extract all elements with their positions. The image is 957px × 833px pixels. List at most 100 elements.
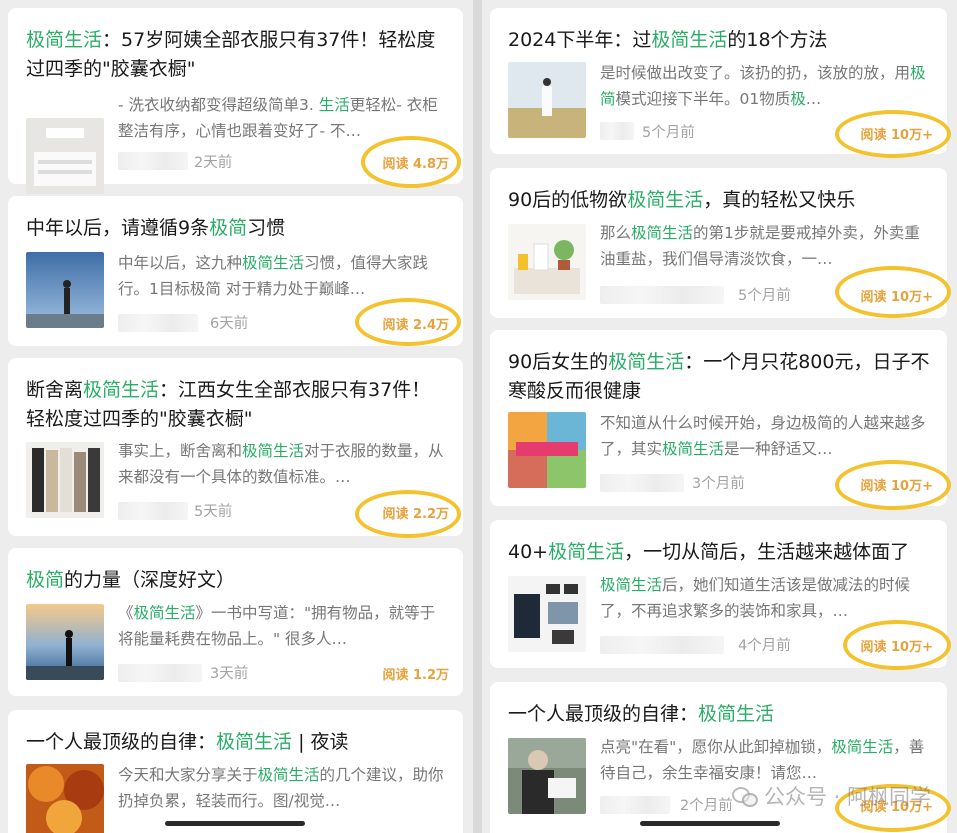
publish-time: 6天前 bbox=[210, 316, 249, 332]
text-segment: 40+ bbox=[508, 541, 549, 563]
author-blurred bbox=[600, 796, 670, 814]
article-summary: 中年以后，这九种极简生活习惯，值得大家践行。1目标极简 对于精力处于巅峰… bbox=[118, 250, 449, 302]
highlight-keyword: 极简生活 bbox=[627, 189, 704, 211]
highlight-keyword: 极简 bbox=[209, 217, 248, 239]
article-summary: 《极简生活》一书中写道："拥有物品，就等于将能量耗费在物品上。" 很多人… bbox=[118, 600, 449, 652]
read-count: 阅读 4.8万 bbox=[382, 157, 449, 172]
article-thumbnail[interactable] bbox=[508, 412, 586, 488]
article-title[interactable]: 一个人最顶级的自律：极简生活 bbox=[508, 700, 933, 729]
article-card[interactable]: 断舍离极简生活：江西女生全部衣服只有37件！轻松度过四季的"胶囊衣橱" 事实上，… bbox=[8, 358, 463, 538]
text-segment: 是一种舒适又… bbox=[724, 440, 833, 458]
author-blurred bbox=[118, 502, 188, 520]
article-thumbnail[interactable] bbox=[508, 224, 586, 300]
highlight-keyword: 极简生活 bbox=[83, 379, 160, 401]
publish-time: 3个月前 bbox=[692, 476, 745, 492]
article-card[interactable]: 极简生活：57岁阿姨全部衣服只有37件！轻松度过四季的"胶囊衣橱" - 洗衣收纳… bbox=[8, 8, 463, 194]
article-title[interactable]: 断舍离极简生活：江西女生全部衣服只有37件！轻松度过四季的"胶囊衣橱" bbox=[26, 376, 449, 434]
home-indicator bbox=[640, 821, 780, 826]
text-segment: 今天和大家分享关于 bbox=[118, 766, 258, 784]
text-segment: 习惯 bbox=[247, 217, 286, 239]
article-thumbnail[interactable] bbox=[26, 442, 104, 518]
read-count: 阅读 2.4万 bbox=[382, 318, 449, 333]
read-count: 阅读 10万+ bbox=[860, 128, 933, 143]
text-segment: 断舍离 bbox=[26, 379, 84, 401]
article-title[interactable]: 极简生活：57岁阿姨全部衣服只有37件！轻松度过四季的"胶囊衣橱" bbox=[26, 26, 449, 84]
text-segment: 是时候做出改变了。该扔的扔，该放的放，用 bbox=[600, 64, 911, 82]
highlight-keyword: 生活 bbox=[318, 96, 350, 114]
publish-time: 4个月前 bbox=[738, 638, 791, 654]
text-segment: ，一切从简后，生活越来越体面了 bbox=[624, 541, 910, 563]
author-blurred bbox=[600, 286, 724, 304]
article-card[interactable]: 一个人最顶级的自律：极简生活 | 夜读 今天和大家分享关于极简生活的几个建议，助… bbox=[8, 710, 463, 833]
article-card[interactable]: 90后的低物欲极简生活，真的轻松又快乐 那么极简生活的第1步就是要戒掉外卖，外卖… bbox=[490, 168, 951, 318]
text-segment: 2024下半年：过 bbox=[508, 29, 652, 51]
publish-time: 5个月前 bbox=[738, 288, 791, 304]
author-blurred bbox=[600, 636, 724, 654]
article-summary: 点亮"在看"，愿你从此卸掉枷锁，极简生活，善待自己，余生幸福安康！请您… bbox=[600, 734, 933, 786]
highlight-keyword: 极简 bbox=[26, 569, 65, 591]
article-card[interactable]: 40+极简生活，一切从简后，生活越来越体面了 极简生活后，她们知道生活该是做减法… bbox=[490, 520, 951, 670]
publish-time: 3天前 bbox=[210, 666, 249, 682]
text-segment: 90后女生的 bbox=[508, 351, 609, 373]
read-count: 阅读 1.2万 bbox=[382, 668, 449, 683]
author-blurred bbox=[118, 664, 202, 682]
left-phone-screen: 极简生活：57岁阿姨全部衣服只有37件！轻松度过四季的"胶囊衣橱" - 洗衣收纳… bbox=[0, 0, 473, 833]
text-segment: 90后的低物欲 bbox=[508, 189, 628, 211]
article-summary: 是时候做出改变了。该扔的扔，该放的放，用极简模式迎接下半年。01物质极… bbox=[600, 60, 933, 112]
watermark: 公众号 · 阿枫同学 bbox=[731, 781, 931, 811]
article-title[interactable]: 2024下半年：过极简生活的18个方法 bbox=[508, 26, 933, 55]
article-summary: 不知道从什么时候开始，身边极简的人越来越多了，其实极简生活是一种舒适又… bbox=[600, 410, 933, 462]
highlight-keyword: 极简生活 bbox=[26, 29, 103, 51]
article-thumbnail[interactable] bbox=[26, 604, 104, 680]
article-title[interactable]: 40+极简生活，一切从简后，生活越来越体面了 bbox=[508, 538, 933, 567]
highlight-keyword: 极简生活 bbox=[242, 254, 305, 272]
text-segment: - 洗衣收纳都变得超级简单3. bbox=[118, 96, 319, 114]
article-thumbnail[interactable] bbox=[508, 62, 586, 138]
article-thumbnail[interactable] bbox=[26, 764, 104, 833]
article-card[interactable]: 中年以后，请遵循9条极简习惯 中年以后，这九种极简生活习惯，值得大家践行。1目标… bbox=[8, 196, 463, 346]
author-blurred bbox=[118, 314, 198, 332]
article-title[interactable]: 中年以后，请遵循9条极简习惯 bbox=[26, 214, 449, 243]
article-thumbnail[interactable] bbox=[508, 576, 586, 652]
article-summary: 今天和大家分享关于极简生活的几个建议，助你扔掉负累，轻装而行。图/视觉… bbox=[118, 762, 449, 814]
author-blurred bbox=[118, 152, 188, 170]
highlight-keyword: 极简生活 bbox=[631, 224, 694, 242]
text-segment: 一个人最顶级的自律： bbox=[508, 703, 699, 725]
highlight-keyword: 极 bbox=[790, 90, 806, 108]
article-card[interactable]: 极简的力量（深度好文） 《极简生活》一书中写道："拥有物品，就等于将能量耗费在物… bbox=[8, 548, 463, 696]
text-segment: 中年以后，请遵循9条 bbox=[26, 217, 210, 239]
text-segment: 的18个方法 bbox=[727, 29, 828, 51]
highlight-keyword: 极简生活 bbox=[242, 442, 305, 460]
author-blurred bbox=[600, 122, 634, 140]
text-segment: ，真的轻松又快乐 bbox=[703, 189, 856, 211]
article-title[interactable]: 极简的力量（深度好文） bbox=[26, 566, 449, 595]
highlight-keyword: 极简生活 bbox=[600, 576, 663, 594]
article-card[interactable]: 90后女生的极简生活：一个月只花800元，日子不寒酸反而很健康 不知道从什么时候… bbox=[490, 330, 951, 510]
article-summary: - 洗衣收纳都变得超级简单3. 生活更轻松- 衣柜整洁有序，心情也跟着变好了- … bbox=[118, 92, 449, 144]
highlight-keyword: 极简生活 bbox=[548, 541, 625, 563]
highlight-keyword: 极简生活 bbox=[133, 604, 196, 622]
text-segment: 《 bbox=[118, 604, 134, 622]
highlight-keyword: 极简生活 bbox=[662, 440, 725, 458]
text-segment: 模式迎接下半年。01物质 bbox=[615, 90, 791, 108]
publish-time: 2个月前 bbox=[680, 798, 733, 814]
read-count: 阅读 10万+ bbox=[860, 290, 933, 305]
text-segment: 事实上，断舍离和 bbox=[118, 442, 243, 460]
publish-time: 5个月前 bbox=[642, 125, 695, 141]
article-thumbnail[interactable] bbox=[26, 118, 104, 194]
wechat-official-account-icon bbox=[731, 785, 758, 807]
home-indicator bbox=[165, 821, 305, 826]
text-segment: 的力量（深度好文） bbox=[64, 569, 236, 591]
text-segment: … bbox=[805, 90, 822, 108]
article-card[interactable]: 2024下半年：过极简生活的18个方法 是时候做出改变了。该扔的扔，该放的放，用… bbox=[490, 8, 951, 158]
highlight-keyword: 极简生活 bbox=[257, 766, 320, 784]
publish-time: 2天前 bbox=[194, 155, 233, 171]
article-title[interactable]: 90后的低物欲极简生活，真的轻松又快乐 bbox=[508, 186, 933, 215]
publish-time: 5天前 bbox=[194, 504, 233, 520]
author-blurred bbox=[600, 474, 684, 492]
article-title[interactable]: 一个人最顶级的自律：极简生活 | 夜读 bbox=[26, 728, 449, 757]
article-thumbnail[interactable] bbox=[26, 252, 104, 328]
article-title[interactable]: 90后女生的极简生活：一个月只花800元，日子不寒酸反而很健康 bbox=[508, 348, 933, 406]
text-segment: 那么 bbox=[600, 224, 632, 242]
article-thumbnail[interactable] bbox=[508, 738, 586, 814]
